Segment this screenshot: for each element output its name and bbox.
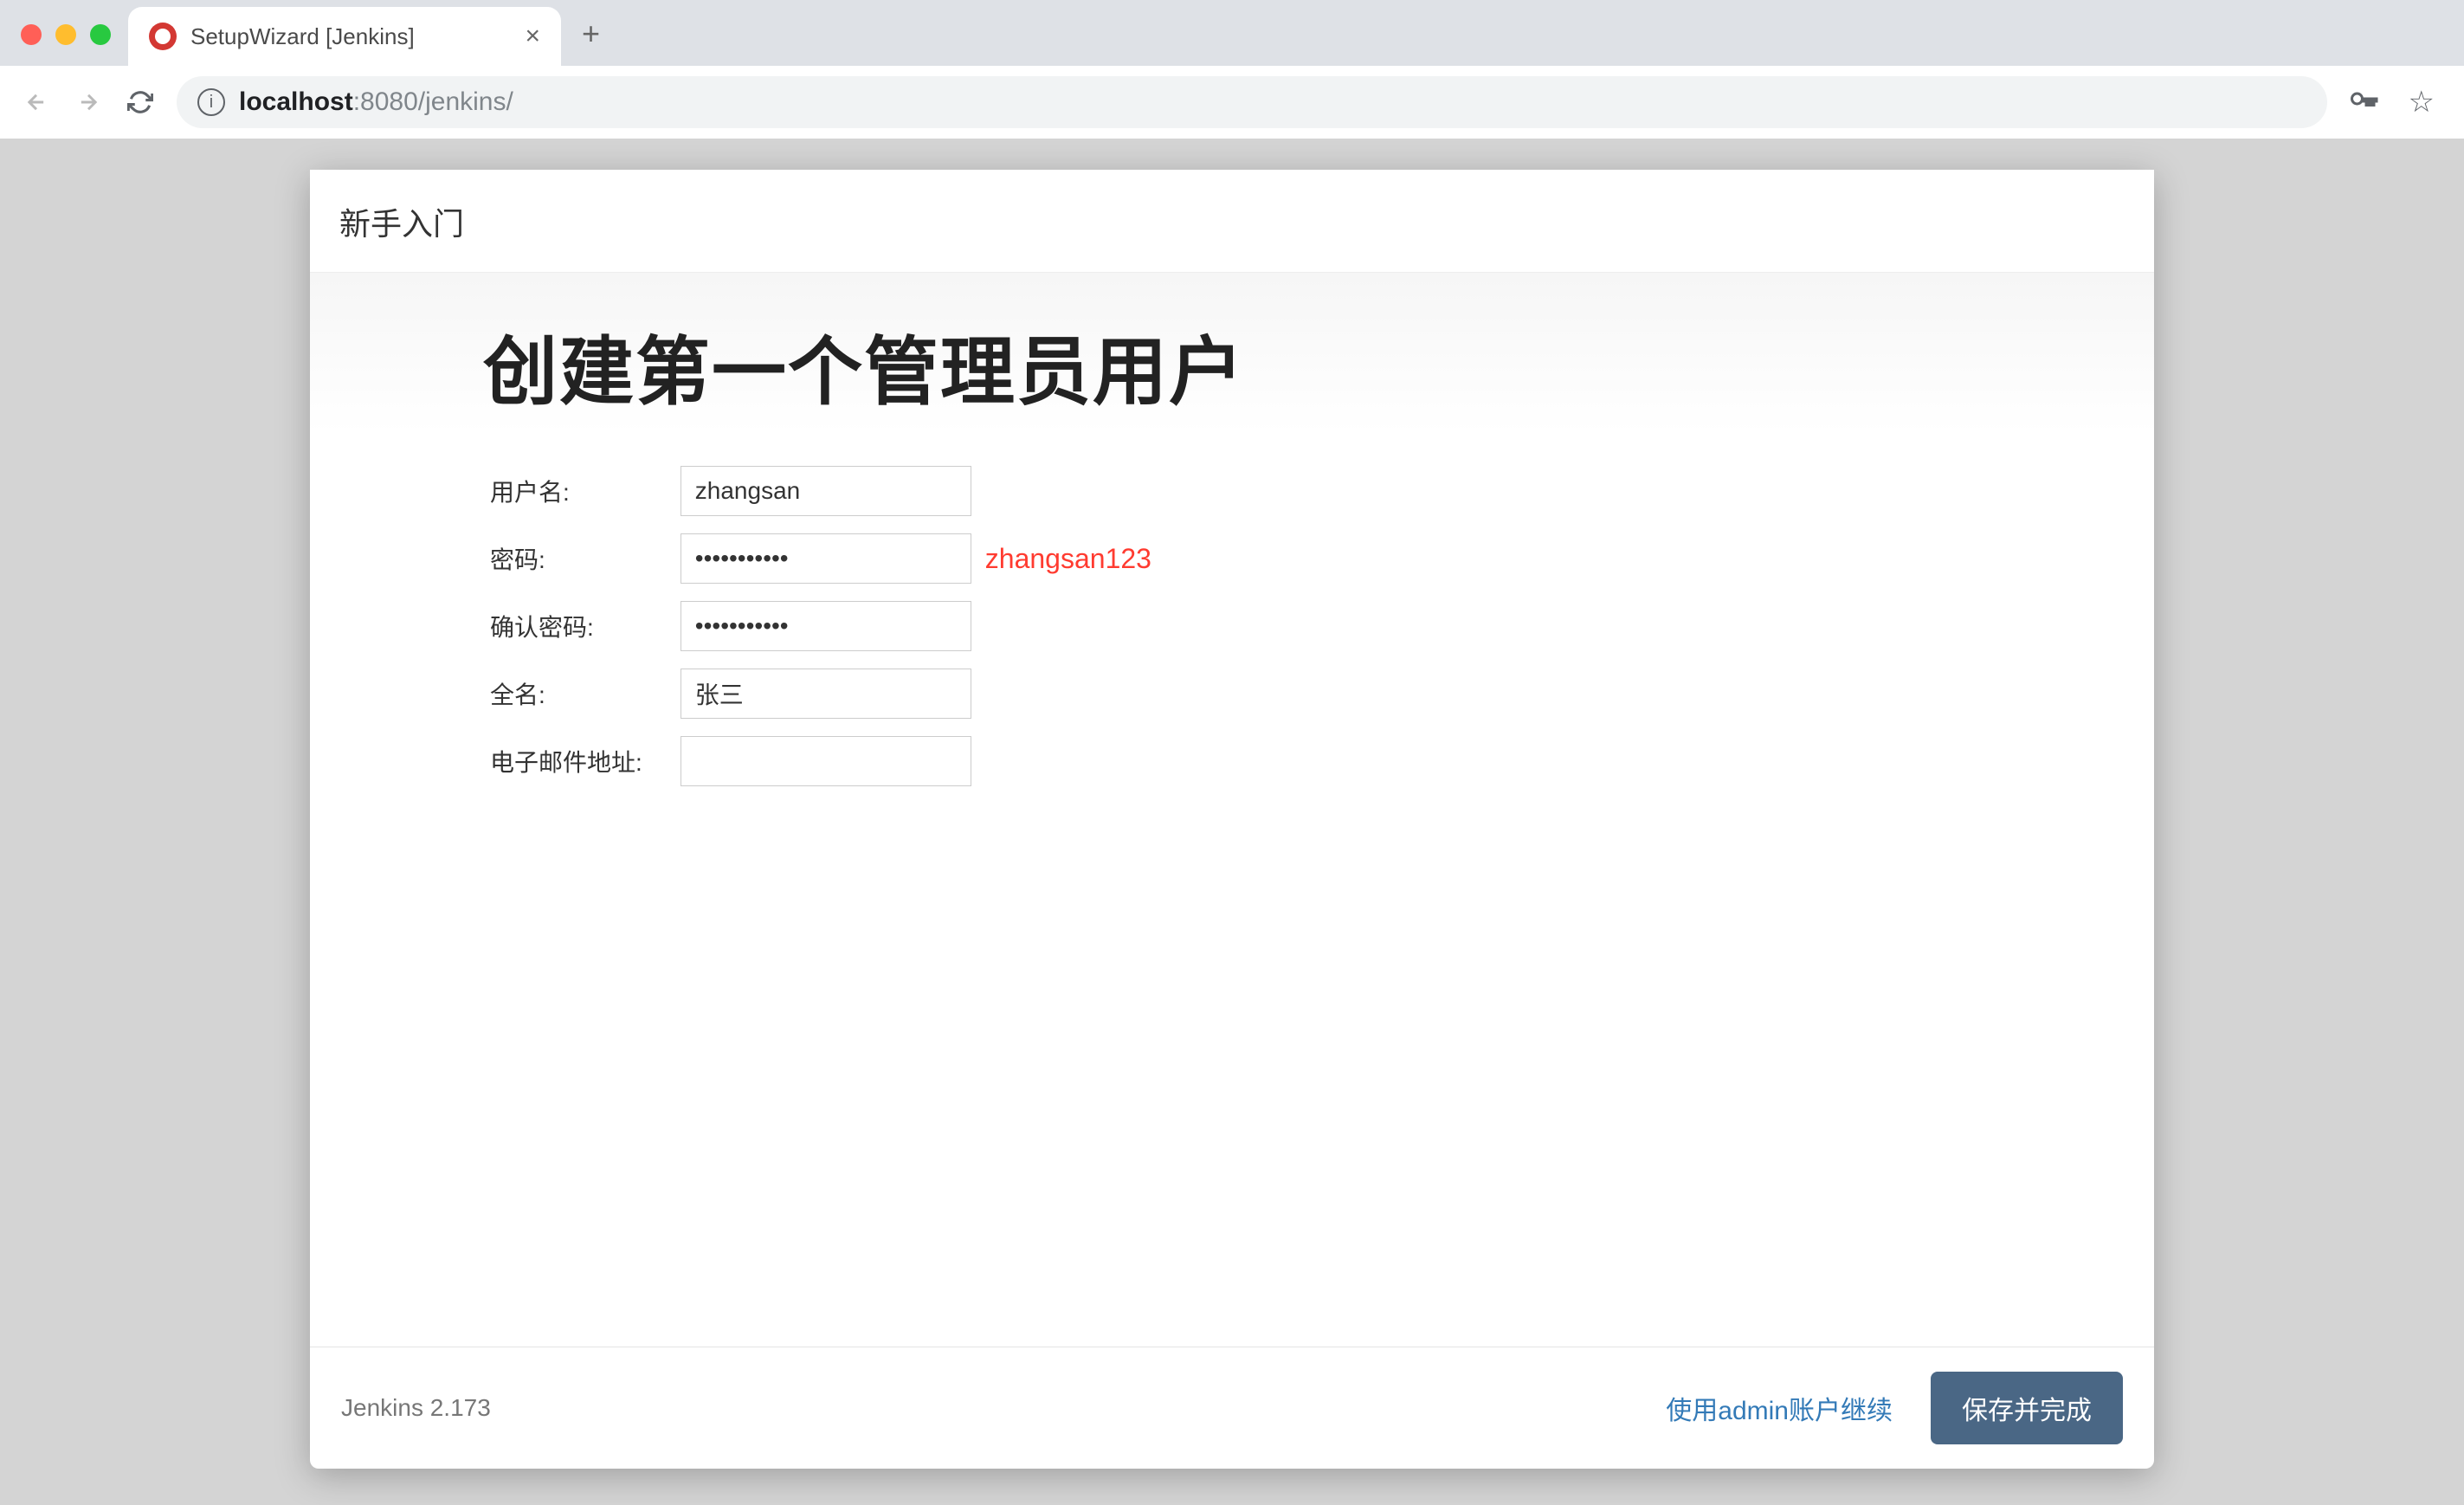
window-close-button[interactable] [21, 24, 42, 45]
page-title: 创建第一个管理员用户 [483, 311, 1981, 419]
window-controls [14, 24, 128, 66]
forward-icon[interactable] [73, 87, 104, 118]
new-tab-button[interactable]: + [561, 16, 621, 66]
password-label: 密码: [483, 525, 674, 592]
site-info-icon[interactable]: i [197, 88, 225, 116]
modal-body: 创建第一个管理员用户 用户名: 密码: zhangsan123 确认密码: [310, 273, 2154, 1347]
browser-tab[interactable]: SetupWizard [Jenkins] × [128, 7, 561, 66]
url-bar: i localhost:8080/jenkins/ ☆ [0, 66, 2464, 139]
jenkins-version: Jenkins 2.173 [341, 1394, 491, 1422]
fullname-label: 全名: [483, 660, 674, 727]
page-content: 新手入门 创建第一个管理员用户 用户名: 密码: zhangsan123 确认密… [0, 139, 2464, 1505]
continue-as-admin-link[interactable]: 使用admin账户继续 [1659, 1379, 1900, 1437]
reload-icon[interactable] [125, 87, 156, 118]
password-key-icon[interactable] [2348, 83, 2379, 121]
url-text: localhost:8080/jenkins/ [239, 87, 513, 117]
modal-header: 新手入门 [310, 170, 2154, 273]
username-input[interactable] [681, 466, 971, 516]
username-label: 用户名: [483, 457, 674, 525]
browser-chrome: SetupWizard [Jenkins] × + i localhost:80… [0, 0, 2464, 139]
setup-wizard-modal: 新手入门 创建第一个管理员用户 用户名: 密码: zhangsan123 确认密… [310, 170, 2154, 1469]
password-input[interactable] [681, 533, 971, 584]
form-row-email: 电子邮件地址: [483, 727, 1158, 795]
back-icon[interactable] [21, 87, 52, 118]
bookmark-star-icon[interactable]: ☆ [2400, 85, 2443, 119]
tab-bar: SetupWizard [Jenkins] × + [0, 0, 2464, 66]
window-minimize-button[interactable] [55, 24, 76, 45]
address-bar[interactable]: i localhost:8080/jenkins/ [177, 76, 2327, 128]
jenkins-favicon-icon [149, 23, 177, 50]
form-row-fullname: 全名: [483, 660, 1158, 727]
fullname-input[interactable] [681, 669, 971, 719]
email-input[interactable] [681, 736, 971, 786]
form-row-confirm-password: 确认密码: [483, 592, 1158, 660]
tab-title: SetupWizard [Jenkins] [190, 23, 415, 50]
confirm-password-label: 确认密码: [483, 592, 674, 660]
tab-close-icon[interactable]: × [525, 22, 540, 51]
window-maximize-button[interactable] [90, 24, 111, 45]
modal-footer: Jenkins 2.173 使用admin账户继续 保存并完成 [310, 1347, 2154, 1469]
form-row-password: 密码: zhangsan123 [483, 525, 1158, 592]
password-annotation: zhangsan123 [978, 525, 1158, 592]
save-and-finish-button[interactable]: 保存并完成 [1931, 1372, 2123, 1444]
confirm-password-input[interactable] [681, 601, 971, 651]
form-row-username: 用户名: [483, 457, 1158, 525]
email-label: 电子邮件地址: [483, 727, 674, 795]
admin-user-form: 用户名: 密码: zhangsan123 确认密码: 全名: [483, 457, 1158, 795]
